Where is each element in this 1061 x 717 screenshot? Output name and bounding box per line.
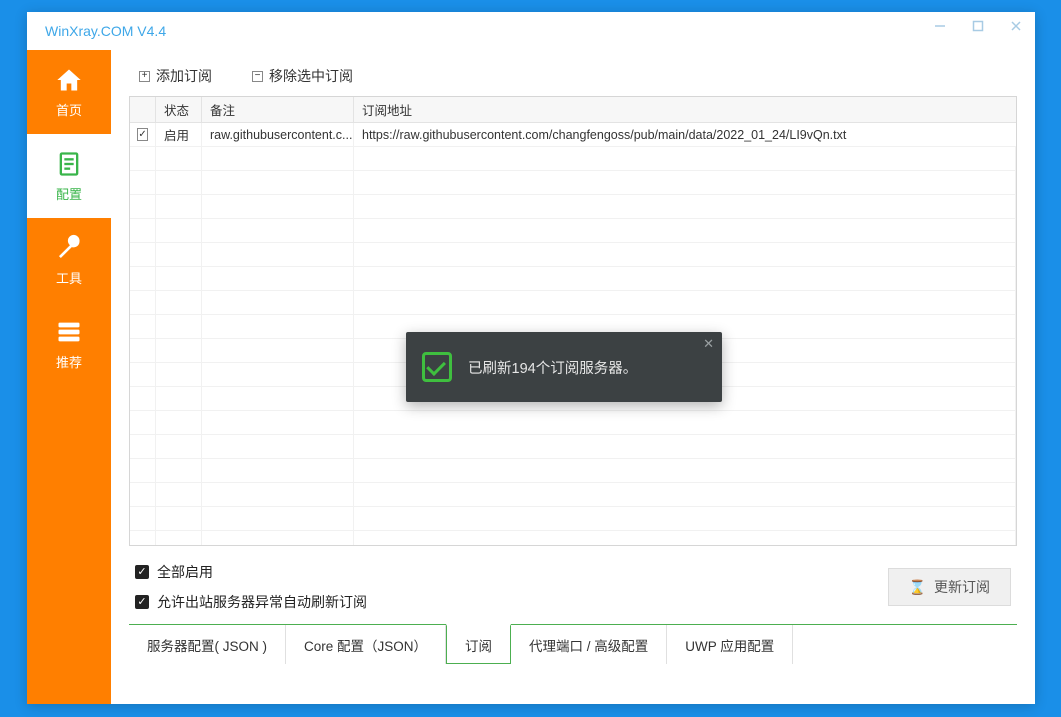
tab-core-config[interactable]: Core 配置（JSON）: [286, 625, 446, 664]
sidebar-item-label: 工具: [56, 268, 82, 287]
minimize-button[interactable]: [921, 12, 959, 40]
row-status-cell: 启用: [156, 123, 202, 146]
sidebar-item-config[interactable]: 配置: [27, 134, 111, 218]
sidebar-item-recommend[interactable]: 推荐: [27, 302, 111, 386]
maximize-button[interactable]: [959, 12, 997, 40]
app-body: 首页 配置 工具 推荐 + 添加订阅 −: [27, 50, 1035, 704]
checked-icon: [135, 565, 149, 579]
sidebar-item-tools[interactable]: 工具: [27, 218, 111, 302]
success-check-icon: [422, 352, 452, 382]
window-controls: [921, 12, 1035, 42]
sidebar-item-label: 推荐: [56, 352, 82, 371]
plus-icon: +: [139, 71, 150, 82]
row-note-cell: raw.githubusercontent.c...: [202, 123, 354, 146]
header-note[interactable]: 备注: [202, 97, 354, 122]
tab-subscription[interactable]: 订阅: [446, 624, 511, 664]
table-row[interactable]: 启用 raw.githubusercontent.c... https://ra…: [130, 123, 1016, 147]
tab-proxy-port[interactable]: 代理端口 / 高级配置: [511, 625, 667, 664]
app-window: WinXray.COM V4.4 首页 配置: [27, 12, 1035, 704]
header-url[interactable]: 订阅地址: [354, 97, 1016, 122]
tab-uwp[interactable]: UWP 应用配置: [667, 625, 793, 664]
button-label: 更新订阅: [934, 577, 990, 597]
sidebar: 首页 配置 工具 推荐: [27, 50, 111, 704]
toast-notification: 已刷新194个订阅服务器。 ✕: [406, 332, 722, 402]
enable-all-checkbox[interactable]: 全部启用: [135, 562, 367, 582]
server-icon: [55, 318, 83, 346]
toast-message: 已刷新194个订阅服务器。: [468, 357, 637, 378]
maximize-icon: [972, 20, 984, 32]
options-bar: 全部启用 允许出站服务器异常自动刷新订阅 ⌛ 更新订阅: [129, 546, 1017, 618]
close-button[interactable]: [997, 12, 1035, 40]
app-title: WinXray.COM V4.4: [45, 23, 166, 39]
main-panel: + 添加订阅 − 移除选中订阅 状态 备注 订阅地址: [111, 50, 1035, 704]
minimize-icon: [934, 20, 946, 32]
hourglass-icon: ⌛: [909, 579, 926, 596]
subscription-table: 状态 备注 订阅地址 启用 raw.githubusercontent.c...…: [129, 96, 1017, 546]
toast-close-button[interactable]: ✕: [703, 336, 714, 352]
table-header: 状态 备注 订阅地址: [130, 97, 1016, 123]
row-url-cell: https://raw.githubusercontent.com/changf…: [354, 123, 1016, 146]
minus-icon: −: [252, 71, 263, 82]
sidebar-item-label: 配置: [56, 184, 82, 203]
checkbox-icon: [137, 128, 147, 141]
bottom-tabs: 服务器配置( JSON ) Core 配置（JSON） 订阅 代理端口 / 高级…: [129, 624, 1017, 664]
toolbar-label: 添加订阅: [156, 66, 212, 86]
wrench-icon: [55, 234, 83, 262]
toolbar: + 添加订阅 − 移除选中订阅: [129, 62, 1017, 96]
add-subscription-button[interactable]: + 添加订阅: [139, 66, 212, 86]
header-checkbox[interactable]: [130, 97, 156, 122]
close-icon: [1010, 20, 1022, 32]
toolbar-label: 移除选中订阅: [269, 66, 353, 86]
remove-subscription-button[interactable]: − 移除选中订阅: [252, 66, 353, 86]
auto-refresh-checkbox[interactable]: 允许出站服务器异常自动刷新订阅: [135, 592, 367, 612]
option-label: 允许出站服务器异常自动刷新订阅: [157, 592, 367, 612]
home-icon: [55, 66, 83, 94]
option-label: 全部启用: [157, 562, 213, 582]
checked-icon: [135, 595, 149, 609]
titlebar[interactable]: WinXray.COM V4.4: [27, 12, 1035, 50]
update-subscription-button[interactable]: ⌛ 更新订阅: [888, 568, 1011, 606]
options-left: 全部启用 允许出站服务器异常自动刷新订阅: [135, 562, 367, 612]
header-status[interactable]: 状态: [156, 97, 202, 122]
sidebar-item-label: 首页: [56, 100, 82, 119]
document-icon: [55, 150, 83, 178]
sidebar-item-home[interactable]: 首页: [27, 50, 111, 134]
row-checkbox-cell[interactable]: [130, 123, 156, 146]
tab-server-config[interactable]: 服务器配置( JSON ): [129, 625, 286, 664]
